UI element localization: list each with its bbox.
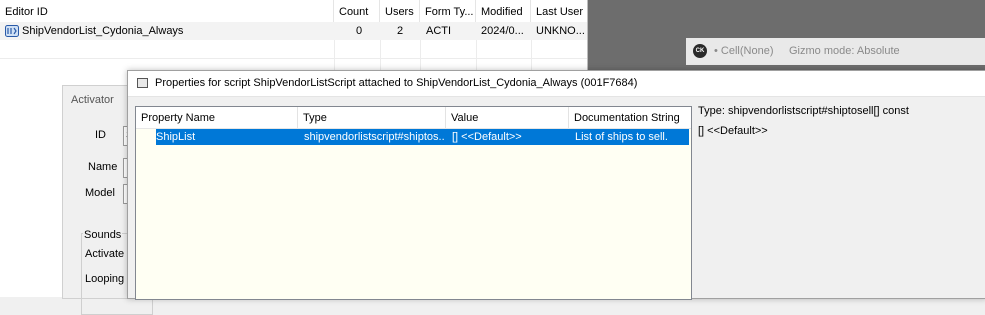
form-type-cell: ACTI <box>426 25 452 37</box>
column-header-users[interactable]: Users <box>380 0 420 22</box>
gizmo-mode-text: Gizmo mode: Absolute <box>789 45 900 57</box>
id-label: ID <box>95 129 106 141</box>
users-cell: 2 <box>397 25 404 37</box>
dialog-title: Properties for script ShipVendorListScri… <box>155 77 638 89</box>
list-header: Editor ID ⌃ Count Users Form Ty... Modif… <box>0 0 587 23</box>
column-header-documentation-string[interactable]: Documentation String <box>569 107 691 128</box>
property-table-header: Property Name Type Value Documentation S… <box>136 107 691 129</box>
column-header-count[interactable]: Count <box>334 0 380 22</box>
sounds-group-label: Sounds <box>83 229 123 241</box>
column-header-modified[interactable]: Modified <box>476 0 531 22</box>
column-header-value[interactable]: Value <box>446 107 569 128</box>
cell-status-text: • Cell(None) <box>714 45 774 57</box>
editor-id-cell: ShipVendorList_Cydonia_Always <box>22 25 184 37</box>
table-row[interactable]: ShipVendorList_Cydonia_Always 0 2 ACTI 2… <box>0 22 587 40</box>
window-icon <box>137 78 148 88</box>
last-user-cell: UNKNO... <box>536 25 585 37</box>
property-row[interactable]: ShipList shipvendorlistscript#shiptos...… <box>156 129 689 145</box>
looping-sound-label: Looping <box>85 273 125 285</box>
activate-sound-label: Activate <box>85 248 125 260</box>
modified-cell: 2024/0... <box>481 25 524 37</box>
property-type-cell: shipvendorlistscript#shiptos... <box>304 131 444 143</box>
row-divider <box>0 58 587 59</box>
selected-value-info: [] <<Default>> <box>698 125 768 137</box>
sort-ascending-icon: ⌃ <box>163 0 172 7</box>
property-value-cell: [] <<Default>> <box>452 131 522 143</box>
selected-type-info: Type: shipvendorlistscript#shiptosell[] … <box>698 105 909 117</box>
render-status-bar: CK • Cell(None) Gizmo mode: Absolute <box>686 38 985 65</box>
column-header-type[interactable]: Type <box>298 107 446 128</box>
column-header-last-user[interactable]: Last User <box>531 0 587 22</box>
property-doc-cell: List of ships to sell. <box>575 131 668 143</box>
column-header-form-type[interactable]: Form Ty... <box>420 0 476 22</box>
creation-kit-icon: CK <box>693 44 707 58</box>
model-label: Model <box>85 187 115 199</box>
script-properties-dialog: Properties for script ShipVendorListScri… <box>127 70 985 300</box>
activator-dialog-title: Activator <box>71 94 114 106</box>
activator-icon <box>5 25 19 37</box>
property-table: Property Name Type Value Documentation S… <box>135 106 692 300</box>
column-header-property-name[interactable]: Property Name <box>136 107 298 128</box>
name-label: Name <box>88 161 118 173</box>
property-name-cell: ShipList <box>156 131 196 143</box>
dialog-title-bar[interactable]: Properties for script ShipVendorListScri… <box>128 71 985 97</box>
count-cell: 0 <box>356 25 363 37</box>
